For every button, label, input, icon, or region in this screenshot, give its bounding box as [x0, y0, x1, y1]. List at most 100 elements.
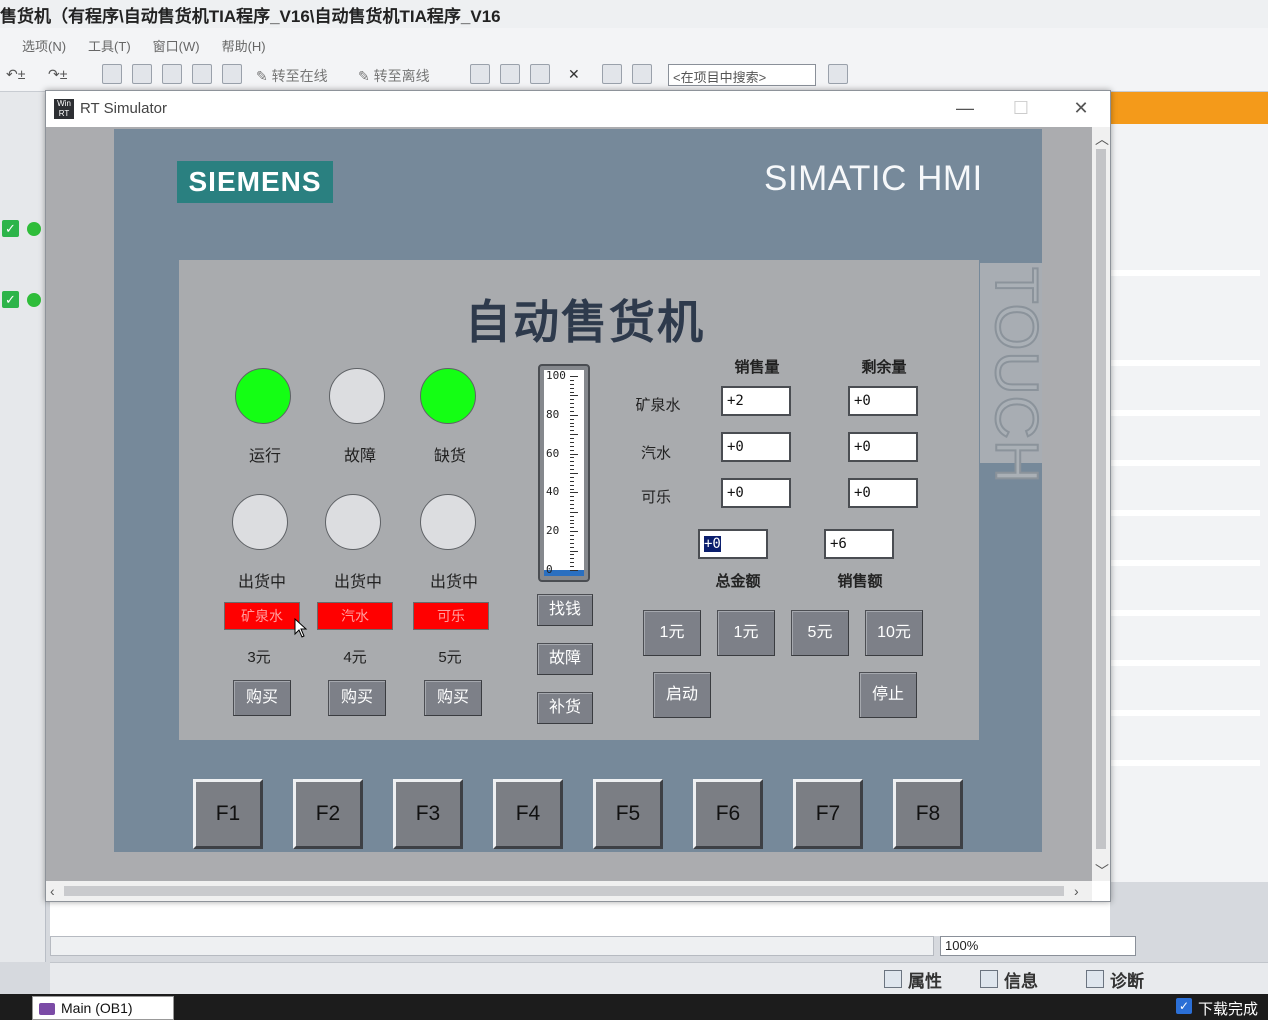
- remaining-mineral-water-field[interactable]: +0: [848, 386, 918, 416]
- gauge-tick: [570, 376, 578, 377]
- screen-title: 自动售货机: [465, 295, 705, 349]
- task-panel-row: [1110, 360, 1260, 366]
- simulator-title: RT Simulator: [80, 100, 167, 117]
- buy-soda-button[interactable]: 购买: [328, 680, 386, 716]
- buy-cola-button[interactable]: 购买: [424, 680, 482, 716]
- gauge-tick: [570, 535, 574, 537]
- close-icon[interactable]: ✕: [1066, 97, 1096, 119]
- menu-tools[interactable]: 工具(T): [88, 36, 131, 58]
- gauge-tick: [570, 426, 574, 428]
- gauge-tick: [570, 496, 574, 498]
- fault-button[interactable]: 故障: [537, 643, 593, 675]
- menu-help[interactable]: 帮助(H): [222, 36, 266, 58]
- close-icon[interactable]: ✕: [568, 66, 580, 83]
- column-sales: 销售量: [734, 359, 780, 376]
- gauge-tick: [570, 531, 578, 533]
- simulator-titlebar[interactable]: Win RT RT Simulator — ☐ ✕: [46, 91, 1110, 127]
- gauge-tick: [570, 554, 574, 556]
- buy-mineral-water-button[interactable]: 购买: [233, 680, 291, 716]
- gauge-tick-label: 0: [546, 563, 553, 576]
- go-offline-button[interactable]: ✎ 转至离线: [358, 66, 430, 86]
- check-icon: ✓: [2, 220, 19, 237]
- gauge-tick: [570, 399, 574, 401]
- start-button[interactable]: 启动: [653, 672, 711, 718]
- go-online-button[interactable]: ✎ 转至在线: [256, 66, 328, 86]
- task-panel-row: [1110, 710, 1260, 716]
- function-key-f2[interactable]: F2: [293, 779, 363, 849]
- toolbar-download-button[interactable]: [132, 64, 152, 84]
- function-key-f7[interactable]: F7: [793, 779, 863, 849]
- function-key-f5[interactable]: F5: [593, 779, 663, 849]
- gauge-tick: [570, 504, 574, 506]
- function-key-f6[interactable]: F6: [693, 779, 763, 849]
- editor-horizontal-scrollbar[interactable]: [50, 936, 934, 956]
- taskbar-main-ob1[interactable]: Main (OB1): [32, 996, 174, 1020]
- toolbar-compile-button[interactable]: [102, 64, 122, 84]
- scroll-down-icon[interactable]: ﹀: [1095, 861, 1109, 881]
- gauge-tick: [570, 488, 574, 490]
- zoom-select[interactable]: 100%: [940, 936, 1136, 956]
- coin-1-yuan-button-2[interactable]: 1元: [717, 610, 775, 656]
- tia-window-title: 售货机（有程序\自动售货机TIA程序_V16\自动售货机TIA程序_V16: [0, 0, 1268, 28]
- gauge-tick: [570, 379, 574, 381]
- scroll-up-icon[interactable]: ︿: [1095, 129, 1109, 149]
- gauge-tick: [570, 414, 578, 416]
- split-horizontal-icon[interactable]: [602, 64, 622, 84]
- gauge-tick: [570, 445, 574, 447]
- change-button[interactable]: 找钱: [537, 594, 593, 626]
- restock-button[interactable]: 补货: [537, 692, 593, 724]
- stop-button[interactable]: 停止: [859, 672, 917, 718]
- simulator-client-area: SIEMENS SIMATIC HMI TOUCH 自动售货机 运行 故障 缺货…: [46, 127, 1092, 881]
- coin-1-yuan-button[interactable]: 1元: [643, 610, 701, 656]
- toolbar-upload-button[interactable]: [162, 64, 182, 84]
- task-panel-header: [1110, 92, 1268, 124]
- scrollbar-thumb[interactable]: [64, 886, 1064, 896]
- sales-amount-field[interactable]: +6: [824, 529, 894, 559]
- project-search-input[interactable]: <在项目中搜索>: [668, 64, 816, 86]
- coin-5-yuan-button[interactable]: 5元: [791, 610, 849, 656]
- function-key-f3[interactable]: F3: [393, 779, 463, 849]
- simulator-horizontal-scrollbar[interactable]: ‹ ›: [46, 881, 1092, 901]
- toolbar-help-button[interactable]: [470, 64, 490, 84]
- properties-icon: [884, 970, 902, 988]
- total-amount-field[interactable]: +0: [698, 529, 768, 559]
- sales-soda-field[interactable]: +0: [721, 432, 791, 462]
- function-key-f8[interactable]: F8: [893, 779, 963, 849]
- status-download-complete: ✓ 下载完成: [1176, 998, 1258, 1019]
- maximize-icon[interactable]: ☐: [1006, 97, 1036, 119]
- lamp-dispensing-water: [232, 494, 288, 550]
- menu-options[interactable]: 选项(N): [22, 36, 66, 58]
- sales-cola-field[interactable]: +0: [721, 478, 791, 508]
- tab-properties[interactable]: 属性: [884, 967, 942, 991]
- check-icon: ✓: [2, 291, 19, 308]
- gauge-tick: [570, 484, 574, 486]
- gauge-tick: [570, 542, 574, 544]
- toolbar-compare-button[interactable]: [530, 64, 550, 84]
- tab-info[interactable]: 信息: [980, 967, 1038, 991]
- function-key-f1[interactable]: F1: [193, 779, 263, 849]
- split-vertical-icon[interactable]: [632, 64, 652, 84]
- menu-window[interactable]: 窗口(W): [153, 36, 200, 58]
- sales-mineral-water-field[interactable]: +2: [721, 386, 791, 416]
- redo-icon[interactable]: ↷±: [48, 66, 67, 83]
- remaining-cola-field[interactable]: +0: [848, 478, 918, 508]
- function-key-f4[interactable]: F4: [493, 779, 563, 849]
- info-icon: [980, 970, 998, 988]
- gauge-tick: [570, 407, 574, 409]
- toolbar-sim-button[interactable]: [222, 64, 242, 84]
- search-icon[interactable]: [828, 64, 848, 84]
- undo-icon[interactable]: ↶±: [6, 66, 25, 83]
- toolbar-monitor-button[interactable]: [500, 64, 520, 84]
- scroll-right-icon[interactable]: ›: [1074, 883, 1079, 899]
- remaining-soda-field[interactable]: +0: [848, 432, 918, 462]
- toolbar-device-button[interactable]: [192, 64, 212, 84]
- gauge-tick: [570, 570, 578, 571]
- gauge-tick: [570, 550, 578, 552]
- row-mineral-water: 矿泉水: [635, 397, 681, 414]
- coin-10-yuan-button[interactable]: 10元: [865, 610, 923, 656]
- tab-diagnostics[interactable]: 诊断: [1086, 967, 1144, 991]
- scrollbar-thumb[interactable]: [1096, 149, 1106, 849]
- scroll-left-icon[interactable]: ‹: [50, 883, 55, 899]
- simulator-vertical-scrollbar[interactable]: ︿ ﹀: [1092, 127, 1110, 881]
- minimize-icon[interactable]: —: [950, 97, 980, 119]
